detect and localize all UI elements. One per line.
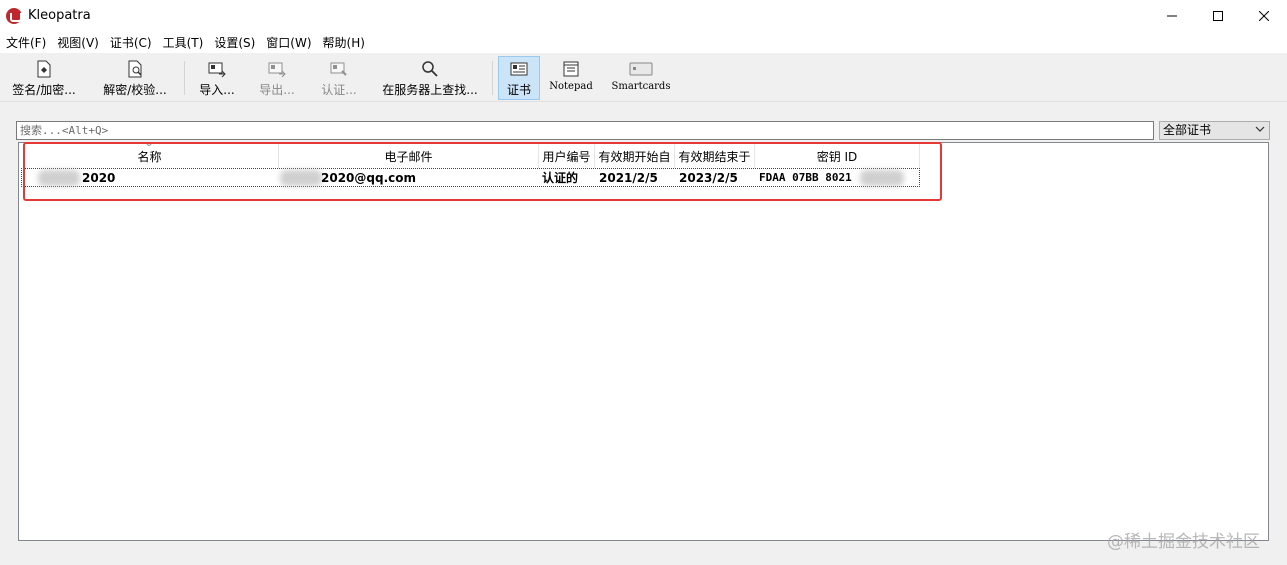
maximize-button[interactable] xyxy=(1195,0,1241,31)
title-bar: Kleopatra xyxy=(0,0,1287,31)
export-icon xyxy=(268,62,286,78)
decrypt-verify-button[interactable]: 解密/校验... xyxy=(96,57,174,99)
import-icon xyxy=(208,62,226,78)
certificate-list[interactable] xyxy=(18,142,1269,541)
close-icon xyxy=(1259,10,1269,21)
notepad-icon xyxy=(563,61,579,77)
certify-label: 认证... xyxy=(321,83,357,97)
highlight-annotation xyxy=(23,142,942,201)
maximize-icon xyxy=(1213,10,1223,21)
sign-encrypt-button[interactable]: 签名/加密... xyxy=(6,57,82,99)
search-icon xyxy=(422,61,438,77)
export-button[interactable]: 导出... xyxy=(254,57,300,99)
certificates-view-label: 证书 xyxy=(506,83,531,97)
certify-button[interactable]: 认证... xyxy=(316,57,362,99)
notepad-view-label: Notepad xyxy=(549,81,593,92)
menu-view[interactable]: 视图(V) xyxy=(51,34,104,51)
menu-bar: 文件(F) 视图(V) 证书(C) 工具(T) 设置(S) 窗口(W) 帮助(H… xyxy=(0,31,1287,53)
filter-selected-label: 全部证书 xyxy=(1163,123,1212,137)
export-label: 导出... xyxy=(259,83,295,97)
certificates-view-button[interactable]: 证书 xyxy=(498,56,540,100)
menu-settings[interactable]: 设置(S) xyxy=(208,34,260,51)
minimize-button[interactable] xyxy=(1149,0,1195,31)
toolbar-separator xyxy=(492,61,493,95)
toolbar: 签名/加密... 解密/校验... 导入... 导出... 认证... 在服务器… xyxy=(0,53,1287,102)
decrypt-verify-icon xyxy=(128,60,142,78)
watermark-text: @稀土掘金技术社区 xyxy=(1107,532,1260,552)
decrypt-verify-label: 解密/校验... xyxy=(103,83,167,97)
lookup-server-button[interactable]: 在服务器上查找... xyxy=(378,57,482,99)
certificate-filter-dropdown[interactable]: 全部证书 xyxy=(1159,121,1270,140)
window-controls xyxy=(1149,0,1287,31)
window-title: Kleopatra xyxy=(28,8,91,23)
smartcards-view-button[interactable]: Smartcards xyxy=(606,57,676,99)
menu-file[interactable]: 文件(F) xyxy=(0,34,51,51)
import-button[interactable]: 导入... xyxy=(194,57,240,99)
menu-help[interactable]: 帮助(H) xyxy=(317,34,370,51)
minimize-icon xyxy=(1167,15,1177,16)
notepad-view-button[interactable]: Notepad xyxy=(546,57,596,99)
sign-encrypt-icon xyxy=(37,60,51,78)
toolbar-separator xyxy=(184,61,185,95)
sign-encrypt-label: 签名/加密... xyxy=(12,83,76,97)
import-label: 导入... xyxy=(199,83,235,97)
search-input[interactable]: 搜索...<Alt+Q> xyxy=(16,121,1154,140)
menu-window[interactable]: 窗口(W) xyxy=(260,34,316,51)
smartcard-icon xyxy=(629,62,653,76)
menu-certificates[interactable]: 证书(C) xyxy=(104,34,157,51)
certify-icon xyxy=(330,62,347,76)
chevron-down-icon xyxy=(1255,126,1265,132)
menu-tools[interactable]: 工具(T) xyxy=(157,34,209,51)
certificate-icon xyxy=(510,62,528,76)
smartcards-view-label: Smartcards xyxy=(611,81,671,92)
kleopatra-app-icon xyxy=(6,7,22,24)
bottom-edge xyxy=(0,559,1287,565)
close-button[interactable] xyxy=(1241,0,1287,31)
lookup-server-label: 在服务器上查找... xyxy=(382,83,478,97)
